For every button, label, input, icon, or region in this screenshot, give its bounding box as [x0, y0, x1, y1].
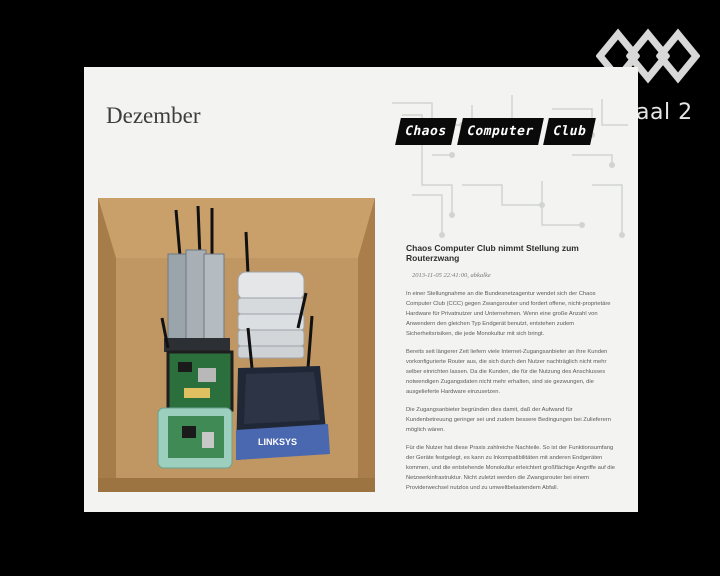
article-paragraph: In einer Stellungnahme an die Bundesnetz… [406, 291, 611, 337]
article-title: Chaos Computer Club nimmt Stellung zum R… [406, 243, 579, 263]
slide-title: Dezember [106, 103, 201, 128]
linksys-brand-label: LINKSYS [258, 437, 297, 447]
room-label: aal 2 [636, 100, 693, 125]
article-paragraph: Für die Nutzer hat diese Praxis zahlreic… [406, 445, 616, 491]
article-paragraph: Die Zugangsanbieter begründen dies damit… [406, 407, 611, 433]
banner-word: Chaos [395, 117, 457, 145]
article-date: 2013-11-05 22:41:00, abkalke [412, 272, 491, 279]
banner-word: Club [543, 117, 597, 145]
banner-word: Computer [456, 117, 544, 145]
article-paragraph: Bereits seit längerer Zeit liefern viele… [406, 349, 608, 395]
presentation-slide: Dezember Chaos Computer Club LINKSYS Cha… [84, 67, 638, 512]
news-article: Chaos Computer Club nimmt Stellung zum R… [406, 243, 620, 501]
router-photo: LINKSYS [98, 198, 375, 492]
open-router-boards-icon [157, 350, 234, 469]
ccc-banner: Chaos Computer Club [395, 115, 600, 147]
